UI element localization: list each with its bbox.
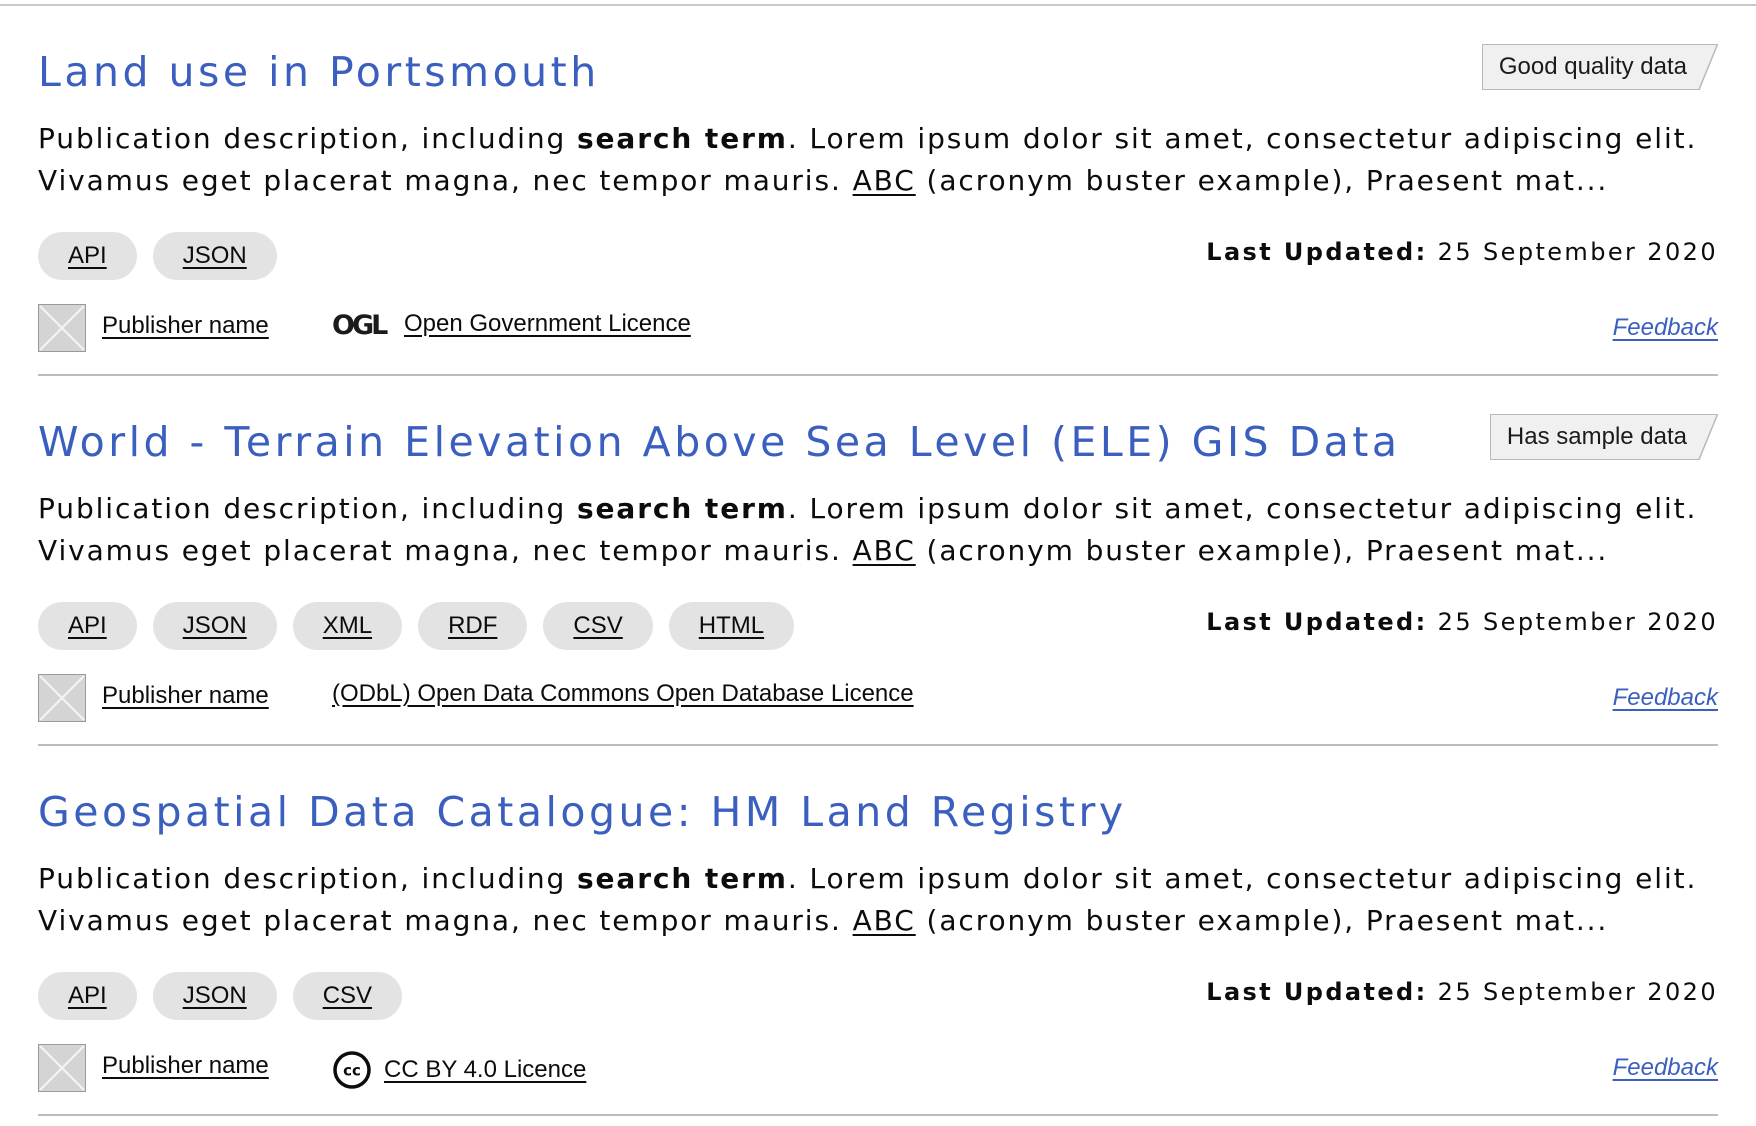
feedback-link[interactable]: Feedback bbox=[1613, 684, 1718, 712]
publisher-name-link[interactable]: Publisher name bbox=[102, 682, 269, 710]
licence: (ODbL) Open Data Commons Open Database L… bbox=[332, 680, 914, 708]
ogl-icon: OGL bbox=[332, 310, 392, 338]
description-text: . Lorem ipsum dolor sit amet, consectetu… bbox=[787, 492, 1698, 525]
last-updated: Last Updated: 25 September 2020 bbox=[1206, 238, 1718, 266]
description-text: . Lorem ipsum dolor sit amet, consectetu… bbox=[787, 862, 1698, 895]
last-updated-label: Last Updated: bbox=[1206, 978, 1428, 1006]
description-line-1: Publication description, including searc… bbox=[38, 118, 1728, 160]
format-tag-json[interactable]: JSON bbox=[152, 232, 277, 280]
licence-link[interactable]: (ODbL) Open Data Commons Open Database L… bbox=[332, 680, 914, 708]
description-text: Vivamus eget placerat magna, nec tempor … bbox=[38, 164, 853, 197]
format-tag-api[interactable]: API bbox=[38, 972, 137, 1020]
last-updated-date: 25 September 2020 bbox=[1437, 238, 1718, 266]
acronym-buster[interactable]: ABC bbox=[853, 534, 916, 567]
format-tag-json[interactable]: JSON bbox=[152, 972, 277, 1020]
acronym-buster[interactable]: ABC bbox=[853, 904, 916, 937]
creative-commons-icon: cc bbox=[332, 1050, 372, 1090]
last-updated-date: 25 September 2020 bbox=[1437, 608, 1718, 636]
result-title-link[interactable]: World - Terrain Elevation Above Sea Leve… bbox=[38, 418, 1401, 466]
search-result: Geospatial Data Catalogue: HM Land Regis… bbox=[38, 746, 1718, 1116]
ogl-logo: OGL bbox=[332, 310, 391, 338]
description-line-1: Publication description, including searc… bbox=[38, 488, 1728, 530]
description-text: Vivamus eget placerat magna, nec tempor … bbox=[38, 904, 853, 937]
feedback-link[interactable]: Feedback bbox=[1613, 314, 1718, 342]
description-text: . Lorem ipsum dolor sit amet, consectetu… bbox=[787, 122, 1698, 155]
licence-link[interactable]: Open Government Licence bbox=[404, 310, 691, 338]
description-text: Publication description, including bbox=[38, 862, 577, 895]
format-tag-api[interactable]: API bbox=[38, 602, 137, 650]
search-result: World - Terrain Elevation Above Sea Leve… bbox=[38, 376, 1718, 746]
format-tag-api[interactable]: API bbox=[38, 232, 137, 280]
acronym-buster[interactable]: ABC bbox=[853, 164, 916, 197]
licence-link[interactable]: CC BY 4.0 Licence bbox=[384, 1056, 586, 1084]
cc-logo: cc bbox=[333, 1051, 371, 1089]
description-text: Publication description, including bbox=[38, 492, 577, 525]
description-line-2: Vivamus eget placerat magna, nec tempor … bbox=[38, 530, 1728, 572]
publisher-logo-placeholder-icon bbox=[38, 1044, 86, 1092]
result-description: Publication description, including searc… bbox=[38, 858, 1728, 942]
description-text: Vivamus eget placerat magna, nec tempor … bbox=[38, 534, 853, 567]
search-term-highlight: search term bbox=[576, 862, 788, 895]
description-line-1: Publication description, including searc… bbox=[38, 858, 1728, 900]
description-line-2: Vivamus eget placerat magna, nec tempor … bbox=[38, 160, 1728, 202]
result-description: Publication description, including searc… bbox=[38, 118, 1728, 202]
last-updated: Last Updated: 25 September 2020 bbox=[1206, 608, 1718, 636]
last-updated-label: Last Updated: bbox=[1206, 608, 1428, 636]
format-tag-csv[interactable]: CSV bbox=[543, 602, 653, 650]
format-tag-json[interactable]: JSON bbox=[152, 602, 277, 650]
licence: cc CC BY 4.0 Licence bbox=[332, 1050, 586, 1090]
quality-badge: Has sample data bbox=[1490, 414, 1718, 460]
search-term-highlight: search term bbox=[576, 122, 788, 155]
search-result: Land use in Portsmouth Good quality data… bbox=[38, 6, 1718, 376]
description-text: (acronym buster example), Praesent mat..… bbox=[915, 164, 1609, 197]
ogl-logo-text: OGL bbox=[332, 310, 388, 338]
quality-badge: Good quality data bbox=[1482, 44, 1718, 90]
cc-logo-text: cc bbox=[343, 1062, 361, 1080]
format-tag-html[interactable]: HTML bbox=[668, 602, 795, 650]
publisher-logo-placeholder-icon bbox=[38, 304, 86, 352]
format-tags: API JSON bbox=[38, 232, 277, 280]
description-text: (acronym buster example), Praesent mat..… bbox=[915, 534, 1609, 567]
format-tags: API JSON CSV bbox=[38, 972, 403, 1020]
search-term-highlight: search term bbox=[576, 492, 788, 525]
publisher-logo-placeholder-icon bbox=[38, 674, 86, 722]
last-updated-label: Last Updated: bbox=[1206, 238, 1428, 266]
licence: OGL Open Government Licence bbox=[332, 310, 691, 338]
result-meta: Publisher name (ODbL) Open Data Commons … bbox=[38, 674, 1718, 722]
result-meta: Publisher name OGL Open Government Licen… bbox=[38, 304, 1718, 352]
result-title-link[interactable]: Geospatial Data Catalogue: HM Land Regis… bbox=[38, 788, 1127, 836]
last-updated: Last Updated: 25 September 2020 bbox=[1206, 978, 1718, 1006]
format-tag-csv[interactable]: CSV bbox=[292, 972, 403, 1020]
feedback-link[interactable]: Feedback bbox=[1613, 1054, 1718, 1082]
result-description: Publication description, including searc… bbox=[38, 488, 1728, 572]
result-title-link[interactable]: Land use in Portsmouth bbox=[38, 48, 600, 96]
format-tags: API JSON XML RDF CSV HTML bbox=[38, 602, 795, 650]
format-tag-rdf[interactable]: RDF bbox=[418, 602, 528, 650]
last-updated-date: 25 September 2020 bbox=[1437, 978, 1718, 1006]
publisher-name-link[interactable]: Publisher name bbox=[102, 1052, 269, 1080]
publisher-name-link[interactable]: Publisher name bbox=[102, 312, 269, 340]
description-text: (acronym buster example), Praesent mat..… bbox=[915, 904, 1609, 937]
description-line-2: Vivamus eget placerat magna, nec tempor … bbox=[38, 900, 1728, 942]
format-tag-xml[interactable]: XML bbox=[292, 602, 403, 650]
description-text: Publication description, including bbox=[38, 122, 577, 155]
result-meta: Publisher name cc CC BY 4.0 Licence Feed… bbox=[38, 1044, 1718, 1092]
search-results-list: Land use in Portsmouth Good quality data… bbox=[38, 6, 1718, 1116]
